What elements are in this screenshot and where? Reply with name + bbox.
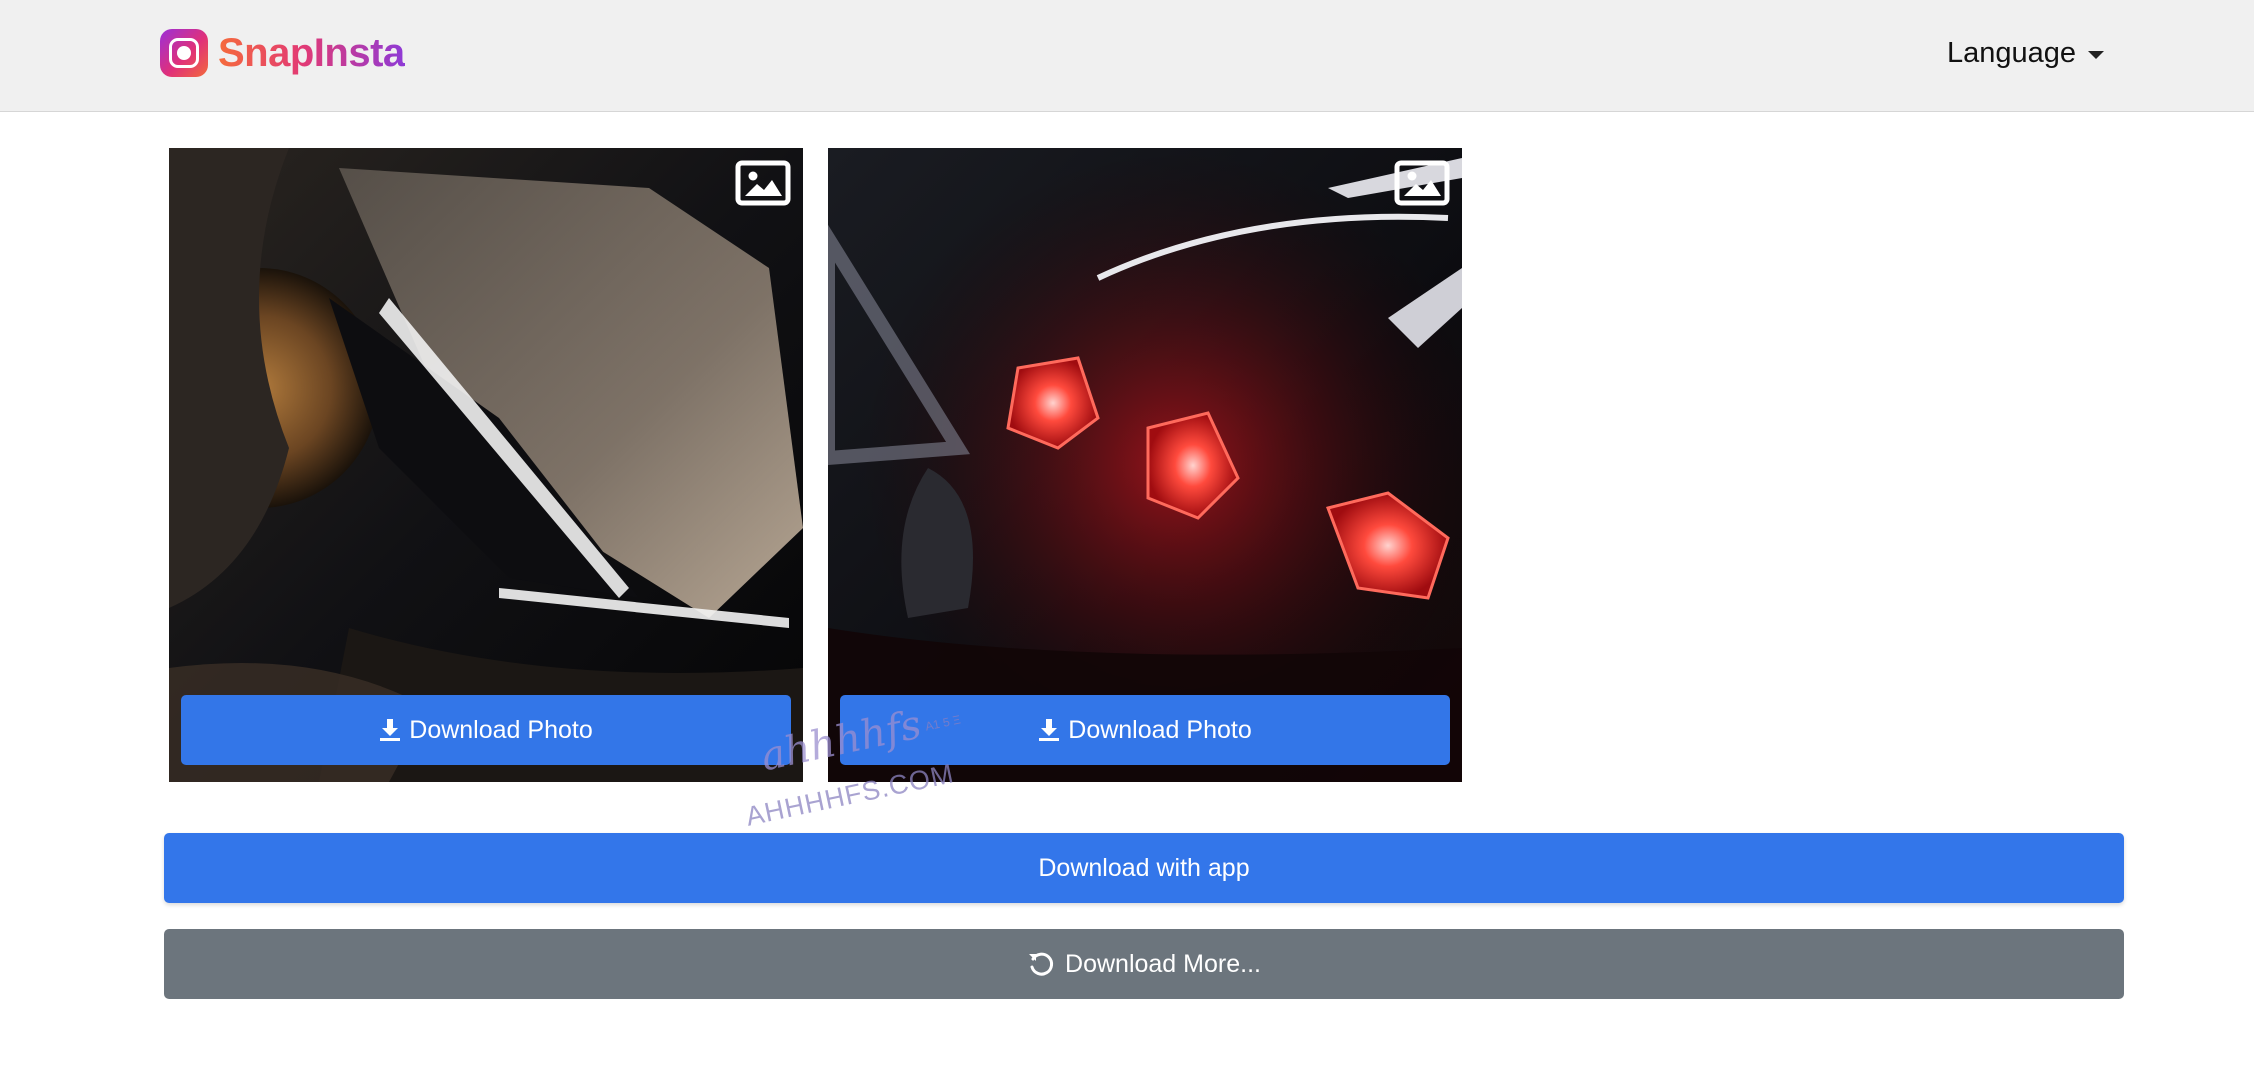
download-more-button[interactable]: Download More... xyxy=(164,929,2124,999)
download-photo-button[interactable]: Download Photo xyxy=(840,695,1450,765)
language-dropdown[interactable]: Language xyxy=(1947,32,2104,74)
image-icon xyxy=(735,160,791,206)
download-photo-label: Download Photo xyxy=(1068,715,1252,744)
caret-down-icon xyxy=(2088,50,2104,59)
car-headlight-photo xyxy=(169,148,803,782)
image-icon xyxy=(1394,160,1450,206)
download-with-app-button[interactable]: Download with app xyxy=(164,833,2124,903)
brand-name: SnapInsta xyxy=(218,30,405,75)
brand-logo-link[interactable]: SnapInsta xyxy=(160,27,405,79)
instagram-camera-icon xyxy=(160,29,208,77)
language-label: Language xyxy=(1946,36,2076,69)
download-with-app-label: Download with app xyxy=(1038,853,1250,882)
result-card-2: Download Photo xyxy=(828,148,1462,782)
result-card-1: Download Photo xyxy=(169,148,803,782)
download-icon xyxy=(380,719,401,741)
download-photo-button[interactable]: Download Photo xyxy=(181,695,791,765)
car-taillight-photo xyxy=(828,148,1462,782)
download-more-label: Download More... xyxy=(1065,949,1261,978)
download-icon xyxy=(1039,719,1060,741)
top-navbar: SnapInsta Language xyxy=(0,0,2254,112)
refresh-icon xyxy=(1029,952,1054,976)
download-photo-label: Download Photo xyxy=(409,715,593,744)
